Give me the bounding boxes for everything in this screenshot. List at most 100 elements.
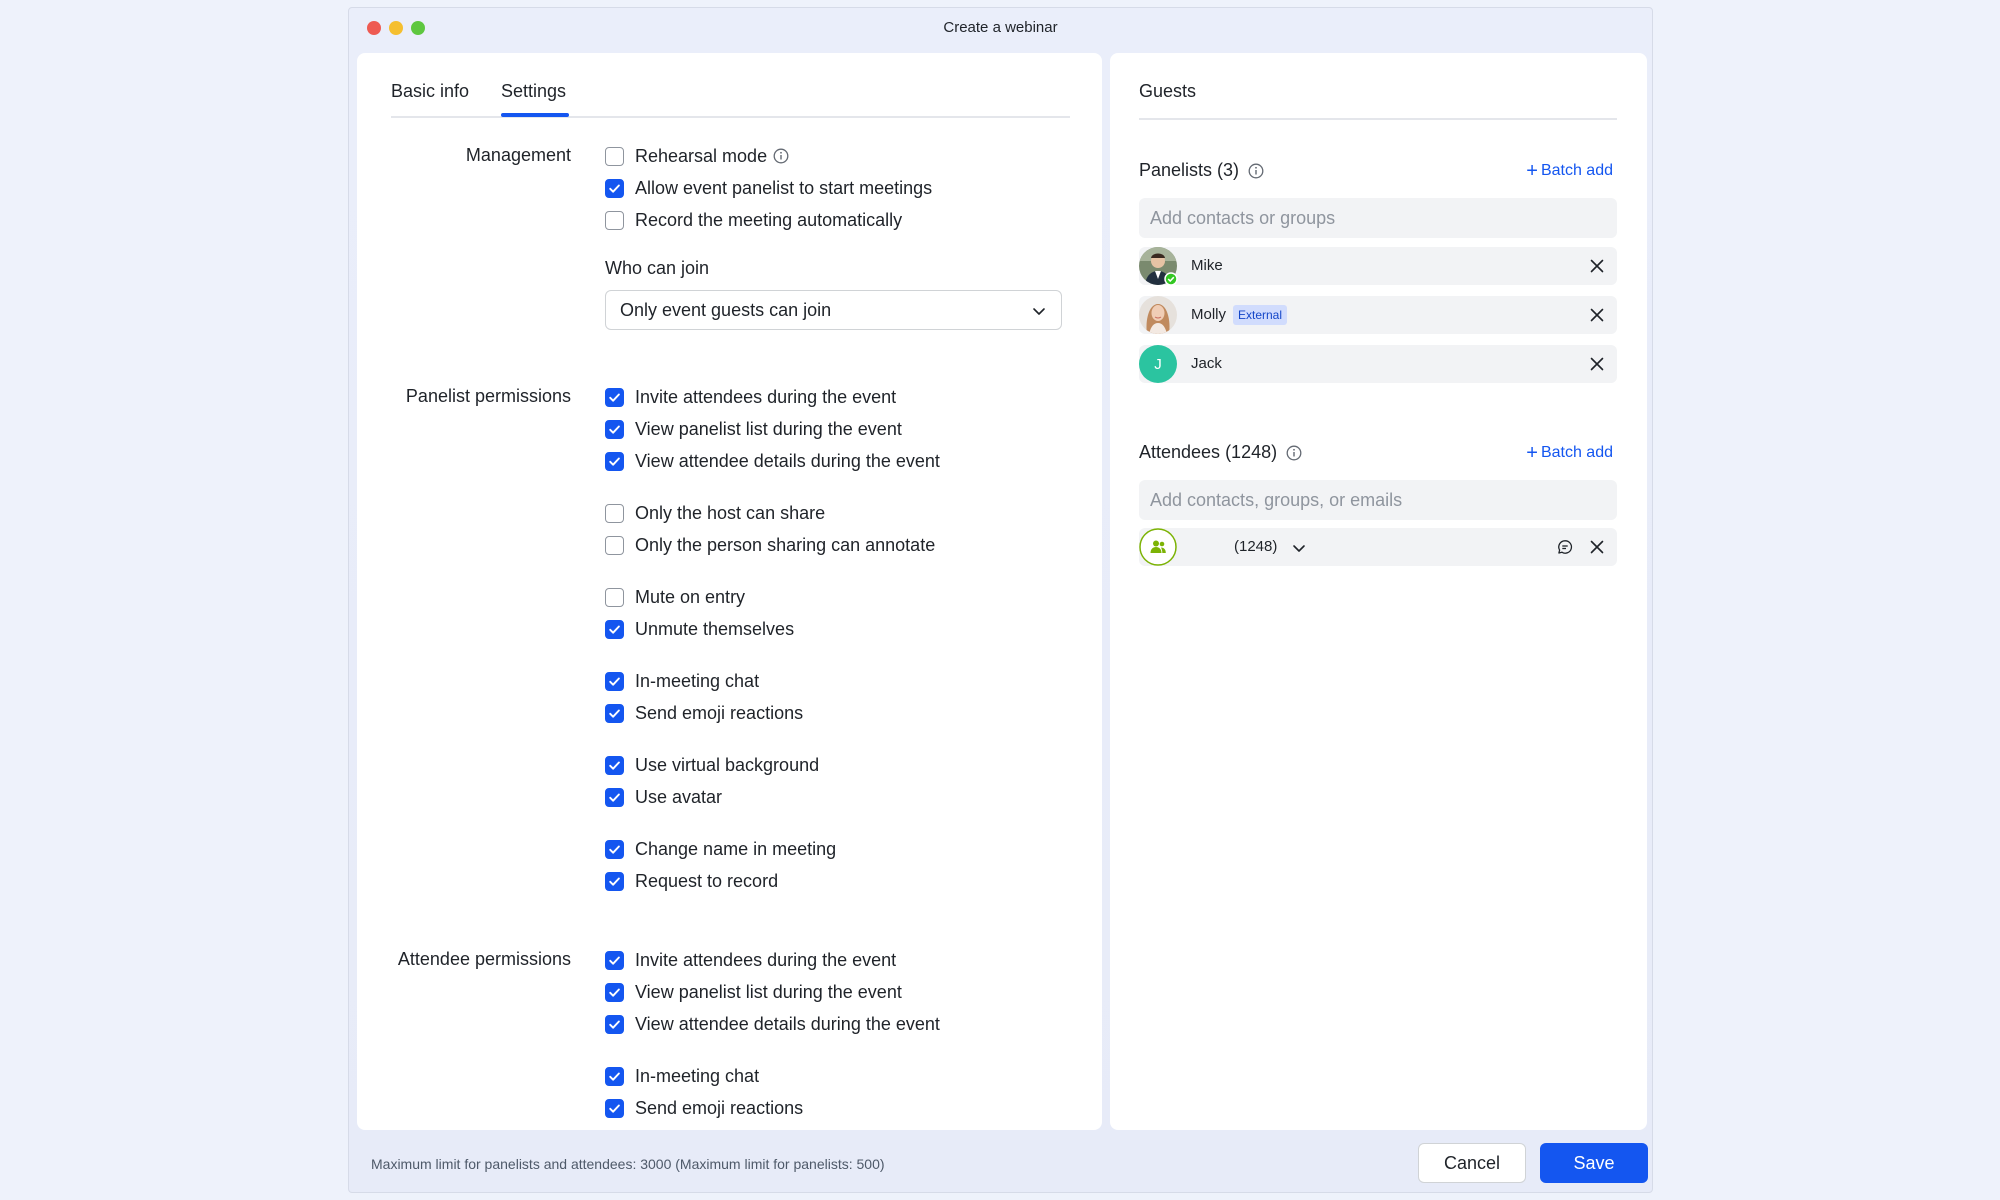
- attendees-search-input[interactable]: [1139, 480, 1617, 520]
- management-label: Management: [465, 145, 571, 165]
- option-label: Only the host can share: [635, 502, 826, 523]
- option-label: View panelist list during the event: [635, 418, 902, 439]
- option-rehearsal-mode[interactable]: Rehearsal mode: [605, 144, 789, 168]
- panelists-batch-add-button[interactable]: + Batch add: [1526, 160, 1613, 182]
- remove-molly-close-icon[interactable]: [1589, 307, 1605, 323]
- option-mute-on-entry[interactable]: Mute on entry: [605, 585, 745, 609]
- option-use-avatar[interactable]: Use avatar: [605, 785, 722, 809]
- checkbox-unchecked[interactable]: [605, 503, 624, 523]
- title-bar: Create a webinar: [349, 8, 1652, 48]
- group-icon: [1139, 528, 1177, 566]
- external-badge: External: [1233, 305, 1288, 325]
- checkbox-checked[interactable]: [605, 387, 624, 407]
- tab-settings[interactable]: Settings: [501, 81, 566, 102]
- option-label: Unmute themselves: [635, 618, 795, 639]
- option-label: In-meeting chat: [635, 1065, 760, 1086]
- checkbox-checked[interactable]: [605, 1014, 624, 1034]
- option-in-meeting-chat[interactable]: In-meeting chat: [605, 1064, 759, 1088]
- option-use-virtual-background[interactable]: Use virtual background: [605, 753, 819, 777]
- checkbox-checked[interactable]: [605, 178, 624, 198]
- option-label: Request to record: [635, 870, 779, 891]
- checkbox-checked[interactable]: [605, 619, 624, 639]
- checkbox-checked[interactable]: [605, 950, 624, 970]
- checkbox-checked[interactable]: [605, 1098, 624, 1118]
- checkbox-checked[interactable]: [605, 787, 624, 807]
- option-send-emoji-reactions[interactable]: Send emoji reactions: [605, 1096, 803, 1120]
- panelist-name: Jack: [1191, 355, 1222, 372]
- option-view-attendee-details-during-the-event[interactable]: View attendee details during the event: [605, 1012, 940, 1036]
- active-tab-indicator: [501, 113, 569, 117]
- chevron-down-icon[interactable]: [1291, 540, 1307, 556]
- option-label: Send emoji reactions: [635, 702, 804, 723]
- panelist-name: Mike: [1191, 257, 1223, 274]
- checkbox-checked[interactable]: [605, 671, 624, 691]
- checkbox-checked[interactable]: [605, 839, 624, 859]
- checkbox-checked[interactable]: [605, 982, 624, 1002]
- guests-title: Guests: [1139, 81, 1197, 101]
- batch-add-label: Batch add: [1540, 162, 1613, 179]
- attendees-batch-add-button[interactable]: + Batch add: [1526, 442, 1613, 464]
- remove-mike-close-icon[interactable]: [1589, 258, 1605, 274]
- checkbox-unchecked[interactable]: [605, 535, 624, 555]
- panelists-title-text: Panelists (3): [1139, 160, 1240, 180]
- plus-icon: +: [1526, 442, 1538, 464]
- checkbox-checked[interactable]: [605, 755, 624, 775]
- checkbox-unchecked[interactable]: [605, 146, 624, 166]
- tab-basic-info[interactable]: Basic info: [391, 81, 469, 102]
- option-only-the-host-can-share[interactable]: Only the host can share: [605, 501, 825, 525]
- checkbox-checked[interactable]: [605, 703, 624, 723]
- info-icon[interactable]: [1286, 445, 1302, 461]
- option-send-emoji-reactions[interactable]: Send emoji reactions: [605, 701, 803, 725]
- option-view-panelist-list-during-the-event[interactable]: View panelist list during the event: [605, 980, 902, 1004]
- option-label: Mute on entry: [635, 586, 746, 607]
- limit-text: Maximum limit for panelists and attendee…: [371, 1156, 885, 1172]
- attendees-title: Attendees (1248): [1139, 442, 1302, 463]
- attendees-title-text: Attendees (1248): [1139, 442, 1278, 462]
- option-label: In-meeting chat: [635, 670, 760, 691]
- option-label: View attendee details during the event: [635, 1013, 940, 1034]
- info-icon[interactable]: [1248, 163, 1264, 179]
- option-invite-attendees-during-the-event[interactable]: Invite attendees during the event: [605, 948, 896, 972]
- option-view-attendee-details-during-the-event[interactable]: View attendee details during the event: [605, 449, 940, 473]
- avatar-mike: [1139, 247, 1178, 286]
- remove-group-close-icon[interactable]: [1589, 539, 1605, 555]
- checkbox-checked[interactable]: [605, 1066, 624, 1086]
- cancel-button[interactable]: Cancel: [1418, 1143, 1526, 1183]
- settings-panel: Basic info Settings Management Rehearsal…: [357, 53, 1102, 1130]
- option-label: Record the meeting automatically: [635, 209, 903, 230]
- option-label: View panelist list during the event: [635, 981, 902, 1002]
- checkbox-checked[interactable]: [605, 871, 624, 891]
- option-allow-event-panelist-to-start-meetings[interactable]: Allow event panelist to start meetings: [605, 176, 932, 200]
- option-invite-attendees-during-the-event[interactable]: Invite attendees during the event: [605, 385, 896, 409]
- group-count: (1248): [1234, 538, 1278, 555]
- plus-icon: +: [1526, 160, 1538, 182]
- checkbox-checked[interactable]: [605, 419, 624, 439]
- panelist-row-mike: Mike: [1139, 247, 1617, 286]
- divider: [1139, 118, 1617, 120]
- batch-add-label: Batch add: [1540, 444, 1613, 461]
- chat-icon[interactable]: [1557, 539, 1573, 555]
- option-view-panelist-list-during-the-event[interactable]: View panelist list during the event: [605, 417, 902, 441]
- panelist-row-molly: Molly External: [1139, 296, 1617, 334]
- panelists-search-input[interactable]: [1139, 198, 1617, 238]
- checkbox-checked[interactable]: [605, 451, 624, 471]
- who-can-join-select[interactable]: Only event guests can join: [605, 290, 1062, 330]
- option-label: Invite attendees during the event: [635, 386, 897, 407]
- option-change-name-in-meeting[interactable]: Change name in meeting: [605, 837, 836, 861]
- option-label: Invite attendees during the event: [635, 949, 897, 970]
- tab-bar: Basic info Settings: [391, 53, 1070, 118]
- checkbox-unchecked[interactable]: [605, 587, 624, 607]
- option-unmute-themselves[interactable]: Unmute themselves: [605, 617, 794, 641]
- avatar-molly: [1139, 296, 1177, 334]
- create-webinar-window: Create a webinar Basic info Settings Man…: [348, 7, 1653, 1193]
- option-only-the-person-sharing-can-annotate[interactable]: Only the person sharing can annotate: [605, 533, 935, 557]
- remove-jack-close-icon[interactable]: [1589, 356, 1605, 372]
- option-record-the-meeting-automatically[interactable]: Record the meeting automatically: [605, 208, 902, 232]
- info-icon[interactable]: [773, 148, 789, 164]
- option-label: Change name in meeting: [635, 838, 837, 859]
- checkbox-unchecked[interactable]: [605, 210, 624, 230]
- option-in-meeting-chat[interactable]: In-meeting chat: [605, 669, 759, 693]
- option-label: Only the person sharing can annotate: [635, 534, 936, 555]
- save-button[interactable]: Save: [1540, 1143, 1648, 1183]
- option-request-to-record[interactable]: Request to record: [605, 869, 778, 893]
